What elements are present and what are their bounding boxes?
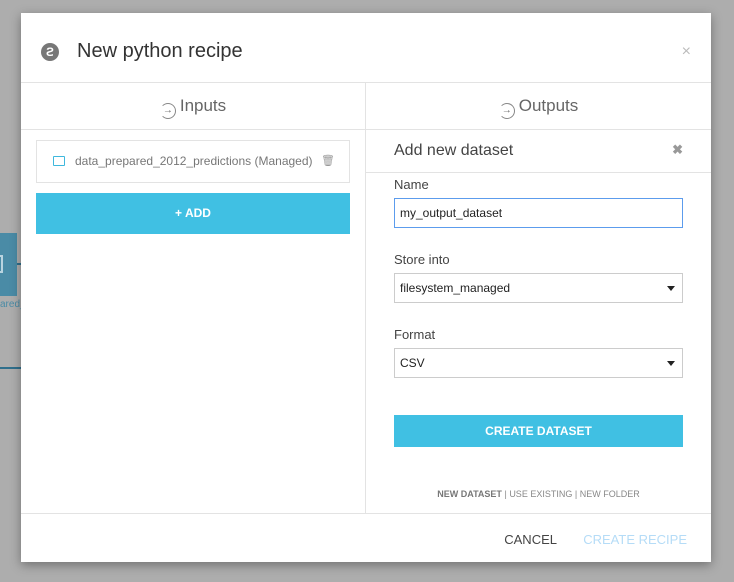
format-select[interactable]: CSV (394, 348, 683, 378)
separator: | (574, 489, 578, 499)
folder-icon (53, 156, 65, 166)
input-item-name: data_prepared_2012_predictions (Managed) (75, 154, 313, 168)
add-dataset-title: Add new dataset (394, 142, 514, 159)
outputs-heading: Outputs (518, 96, 579, 115)
inputs-column: → Inputs data_prepared_2012_predictions (… (21, 83, 366, 513)
close-icon[interactable]: × (682, 43, 691, 61)
store-value: filesystem_managed (400, 281, 511, 295)
outputs-column: → Outputs Add new dataset ✖ Name my_outpu… (366, 83, 711, 513)
store-select[interactable]: filesystem_managed (394, 273, 683, 303)
arrow-in-icon: → (159, 103, 176, 119)
inputs-heading: Inputs (179, 96, 227, 115)
caret-down-icon (667, 361, 675, 366)
name-label: Name (394, 177, 429, 192)
create-recipe-button[interactable]: CREATE RECIPE (583, 532, 687, 547)
background-flow-node (0, 233, 17, 296)
new-folder-link[interactable]: NEW FOLDER (580, 489, 640, 499)
flow-edge (0, 367, 21, 369)
format-value: CSV (400, 356, 425, 370)
separator: | (504, 489, 507, 499)
dialog-title: New python recipe (77, 40, 243, 62)
close-panel-icon[interactable]: ✖ (672, 142, 683, 158)
trash-icon[interactable]: 🗑 (321, 141, 335, 182)
input-item[interactable]: data_prepared_2012_predictions (Managed)… (36, 140, 350, 183)
name-input[interactable]: my_output_dataset (394, 198, 683, 228)
create-dataset-button[interactable]: CREATE DATASET (394, 415, 683, 447)
caret-down-icon (667, 286, 675, 291)
dialog-header: ϩ New python recipe × (21, 13, 711, 83)
new-recipe-dialog: ϩ New python recipe × → Inputs data_prepa… (21, 13, 711, 562)
use-existing-link[interactable]: USE EXISTING (509, 489, 572, 499)
format-label: Format (394, 327, 436, 342)
cancel-button[interactable]: CANCEL (504, 532, 557, 547)
new-dataset-link[interactable]: NEW DATASET (437, 489, 502, 499)
output-mode-links: NEW DATASET | USE EXISTING | NEW FOLDER (366, 489, 711, 499)
add-input-button[interactable]: + ADD (36, 193, 350, 234)
dataset-icon (0, 255, 3, 273)
dialog-footer: CANCEL CREATE RECIPE (21, 513, 711, 562)
store-label: Store into (394, 252, 450, 267)
arrow-in-icon: → (498, 103, 515, 119)
python-icon: ϩ (41, 43, 59, 61)
